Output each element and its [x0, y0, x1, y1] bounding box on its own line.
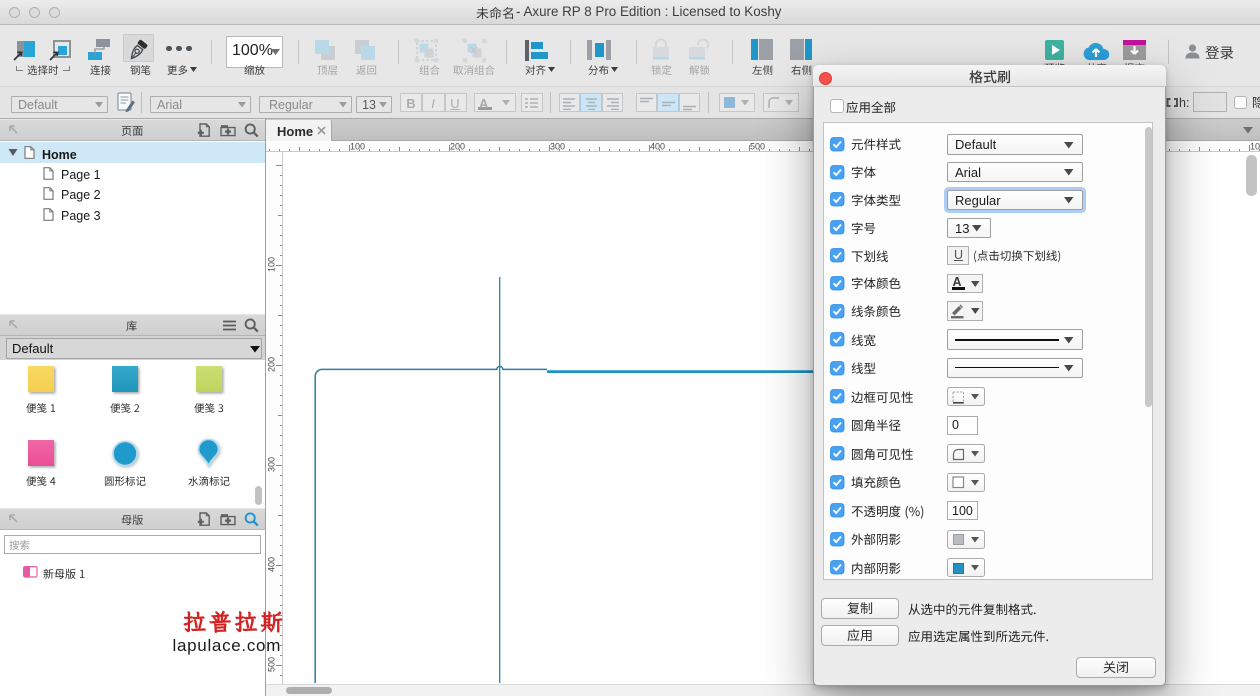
svg-text:400: 400: [650, 142, 665, 152]
svg-text:300: 300: [550, 142, 565, 152]
svg-text:100: 100: [350, 142, 365, 152]
svg-text:200: 200: [450, 142, 465, 152]
svg-text:500: 500: [750, 142, 765, 152]
svg-text:1000: 1000: [1250, 142, 1260, 152]
